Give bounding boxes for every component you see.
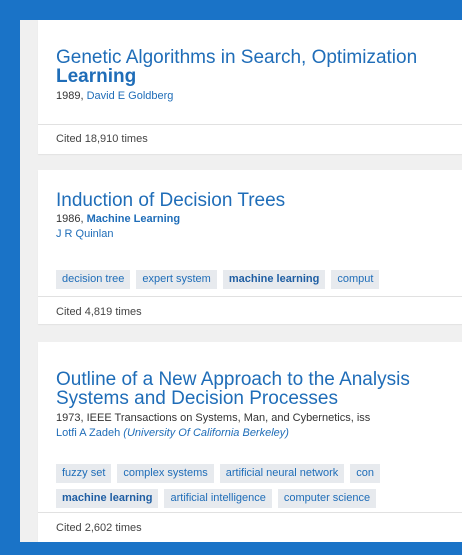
title-line[interactable]: Genetic Algorithms in Search, Optimizati… xyxy=(56,47,417,68)
result-title[interactable]: Outline of a New Approach to the Analysi… xyxy=(56,370,410,389)
tag-list: fuzzy set complex systems artificial neu… xyxy=(56,464,462,483)
cited-count: Cited 18,910 times xyxy=(56,133,148,145)
tag[interactable]: complex systems xyxy=(117,464,214,483)
tag[interactable]: comput xyxy=(331,270,380,289)
tag[interactable]: artificial neural network xyxy=(219,464,345,483)
author-line: Lotfi A Zadeh (University Of California … xyxy=(56,426,410,441)
result-title[interactable]: Genetic Algorithms in Search, Optimizati… xyxy=(56,48,417,67)
tag[interactable]: machine learning xyxy=(56,489,159,508)
result-card: Induction of Decision Trees 1986, Machin… xyxy=(38,170,462,324)
result-meta: 1973, IEEE Transactions on Systems, Man,… xyxy=(56,411,410,426)
author-link[interactable]: David E Goldberg xyxy=(87,90,174,102)
year-venue: 1973, IEEE Transactions on Systems, Man,… xyxy=(56,412,371,424)
divider xyxy=(38,296,462,297)
divider xyxy=(38,512,462,513)
tag[interactable]: machine learning xyxy=(222,270,326,289)
tag[interactable]: artificial intelligence xyxy=(164,489,272,508)
result-card: Outline of a New Approach to the Analysi… xyxy=(38,342,462,542)
tag-list: decision tree expert system machine lear… xyxy=(56,270,462,289)
title-line[interactable]: Outline of a New Approach to the Analysi… xyxy=(56,369,410,390)
result-title-line2[interactable]: Learning xyxy=(56,67,417,86)
author-link[interactable]: J R Quinlan xyxy=(56,227,285,242)
result-meta: 1989, David E Goldberg xyxy=(56,89,417,104)
tag[interactable]: decision tree xyxy=(56,270,131,289)
tag[interactable]: fuzzy set xyxy=(56,464,112,483)
result-title[interactable]: Induction of Decision Trees xyxy=(56,191,285,210)
title-line[interactable]: Learning xyxy=(56,66,136,87)
author-link[interactable]: Lotfi A Zadeh xyxy=(56,427,120,439)
result-meta: 1986, Machine Learning xyxy=(56,212,285,227)
cited-count: Cited 2,602 times xyxy=(56,522,142,534)
divider xyxy=(38,124,462,125)
affiliation-link[interactable]: (University Of California Berkeley) xyxy=(123,427,289,439)
tag-list: machine learning artificial intelligence… xyxy=(56,489,462,508)
tag[interactable]: expert system xyxy=(136,270,217,289)
result-card: Genetic Algorithms in Search, Optimizati… xyxy=(38,20,462,154)
result-title-line2[interactable]: Systems and Decision Processes xyxy=(56,389,410,408)
venue-link[interactable]: Machine Learning xyxy=(87,213,181,225)
title-line[interactable]: Systems and Decision Processes xyxy=(56,388,338,409)
year: 1989, xyxy=(56,90,84,102)
year: 1986, xyxy=(56,213,84,225)
tag[interactable]: con xyxy=(350,464,381,483)
cited-count: Cited 4,819 times xyxy=(56,306,142,318)
tag[interactable]: computer science xyxy=(277,489,377,508)
results-panel: Genetic Algorithms in Search, Optimizati… xyxy=(20,20,462,542)
